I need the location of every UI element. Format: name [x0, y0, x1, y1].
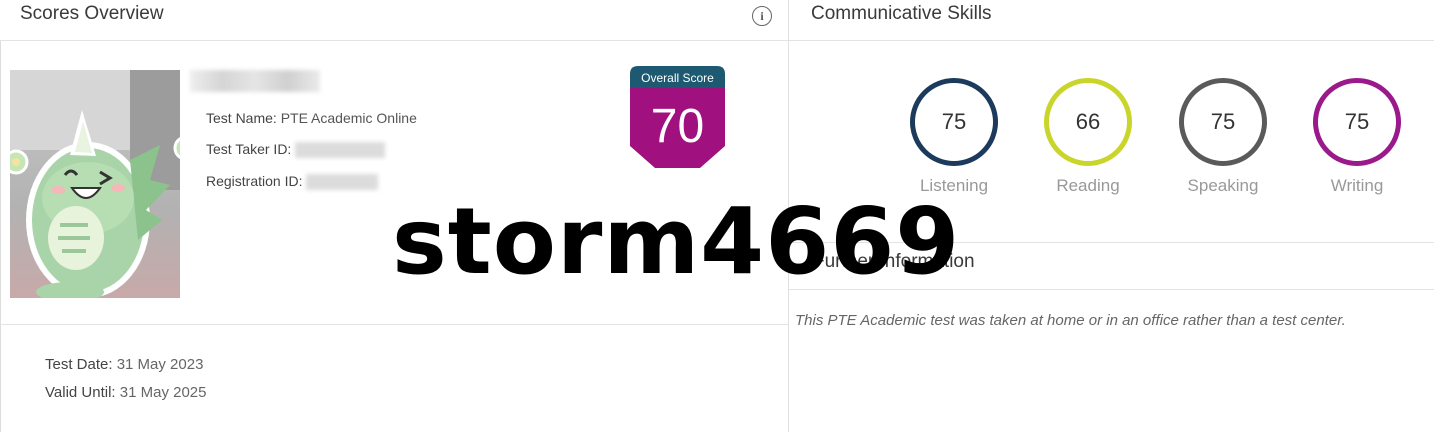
redacted-name [190, 70, 320, 92]
overall-score-label: Overall Score [641, 71, 714, 85]
valid-until: Valid Until: 31 May 2025 [45, 384, 207, 401]
skill-score-ring: 75 [1179, 78, 1267, 166]
skill-writing: 75 Writing [1302, 78, 1412, 196]
communicative-skills-title: Communicative Skills [811, 3, 992, 24]
skill-speaking: 75 Speaking [1168, 78, 1278, 196]
skill-label: Reading [1056, 176, 1120, 195]
skill-label: Speaking [1187, 176, 1259, 195]
scores-overview-title: Scores Overview [20, 3, 164, 24]
test-date-value: 31 May 2023 [116, 356, 204, 373]
test-name-label: Test Name: [206, 110, 277, 126]
test-date: Test Date: 31 May 2023 [45, 356, 203, 373]
redacted-test-taker-id [295, 142, 386, 159]
skill-reading: 66 Reading [1033, 78, 1143, 196]
valid-until-value: 31 May 2025 [119, 384, 207, 401]
skill-score-ring: 75 [910, 78, 998, 166]
test-taker-label: Test Taker ID: [206, 141, 292, 157]
scores-overview-header: Scores Overview i [0, 0, 788, 41]
test-name-field: Test Name: PTE Academic Online [206, 110, 417, 126]
registration-field: Registration ID: [206, 173, 379, 191]
info-icon[interactable]: i [752, 6, 772, 26]
panel-border [0, 40, 1, 432]
registration-label: Registration ID: [206, 173, 303, 189]
sticker-dinosaur-icon [10, 70, 180, 298]
redacted-registration-id [306, 174, 379, 191]
further-information-text: This PTE Academic test was taken at home… [795, 312, 1346, 329]
test-taker-field: Test Taker ID: [206, 141, 386, 159]
valid-until-label: Valid Until: [45, 384, 116, 401]
test-date-label: Test Date: [45, 356, 113, 373]
skill-score-ring: 75 [1313, 78, 1401, 166]
section-divider [0, 324, 788, 325]
overall-score-value: 70 [651, 100, 704, 153]
test-name-value: PTE Academic Online [280, 110, 417, 126]
overall-score-badge: Overall Score 70 [630, 66, 725, 168]
skill-score-ring: 66 [1044, 78, 1132, 166]
skill-label: Writing [1330, 176, 1384, 195]
skill-listening: 75 Listening [899, 78, 1009, 196]
test-taker-photo [10, 70, 180, 298]
watermark-text: storm4669 [392, 188, 961, 295]
communicative-skills-header: Communicative Skills [789, 0, 1434, 41]
